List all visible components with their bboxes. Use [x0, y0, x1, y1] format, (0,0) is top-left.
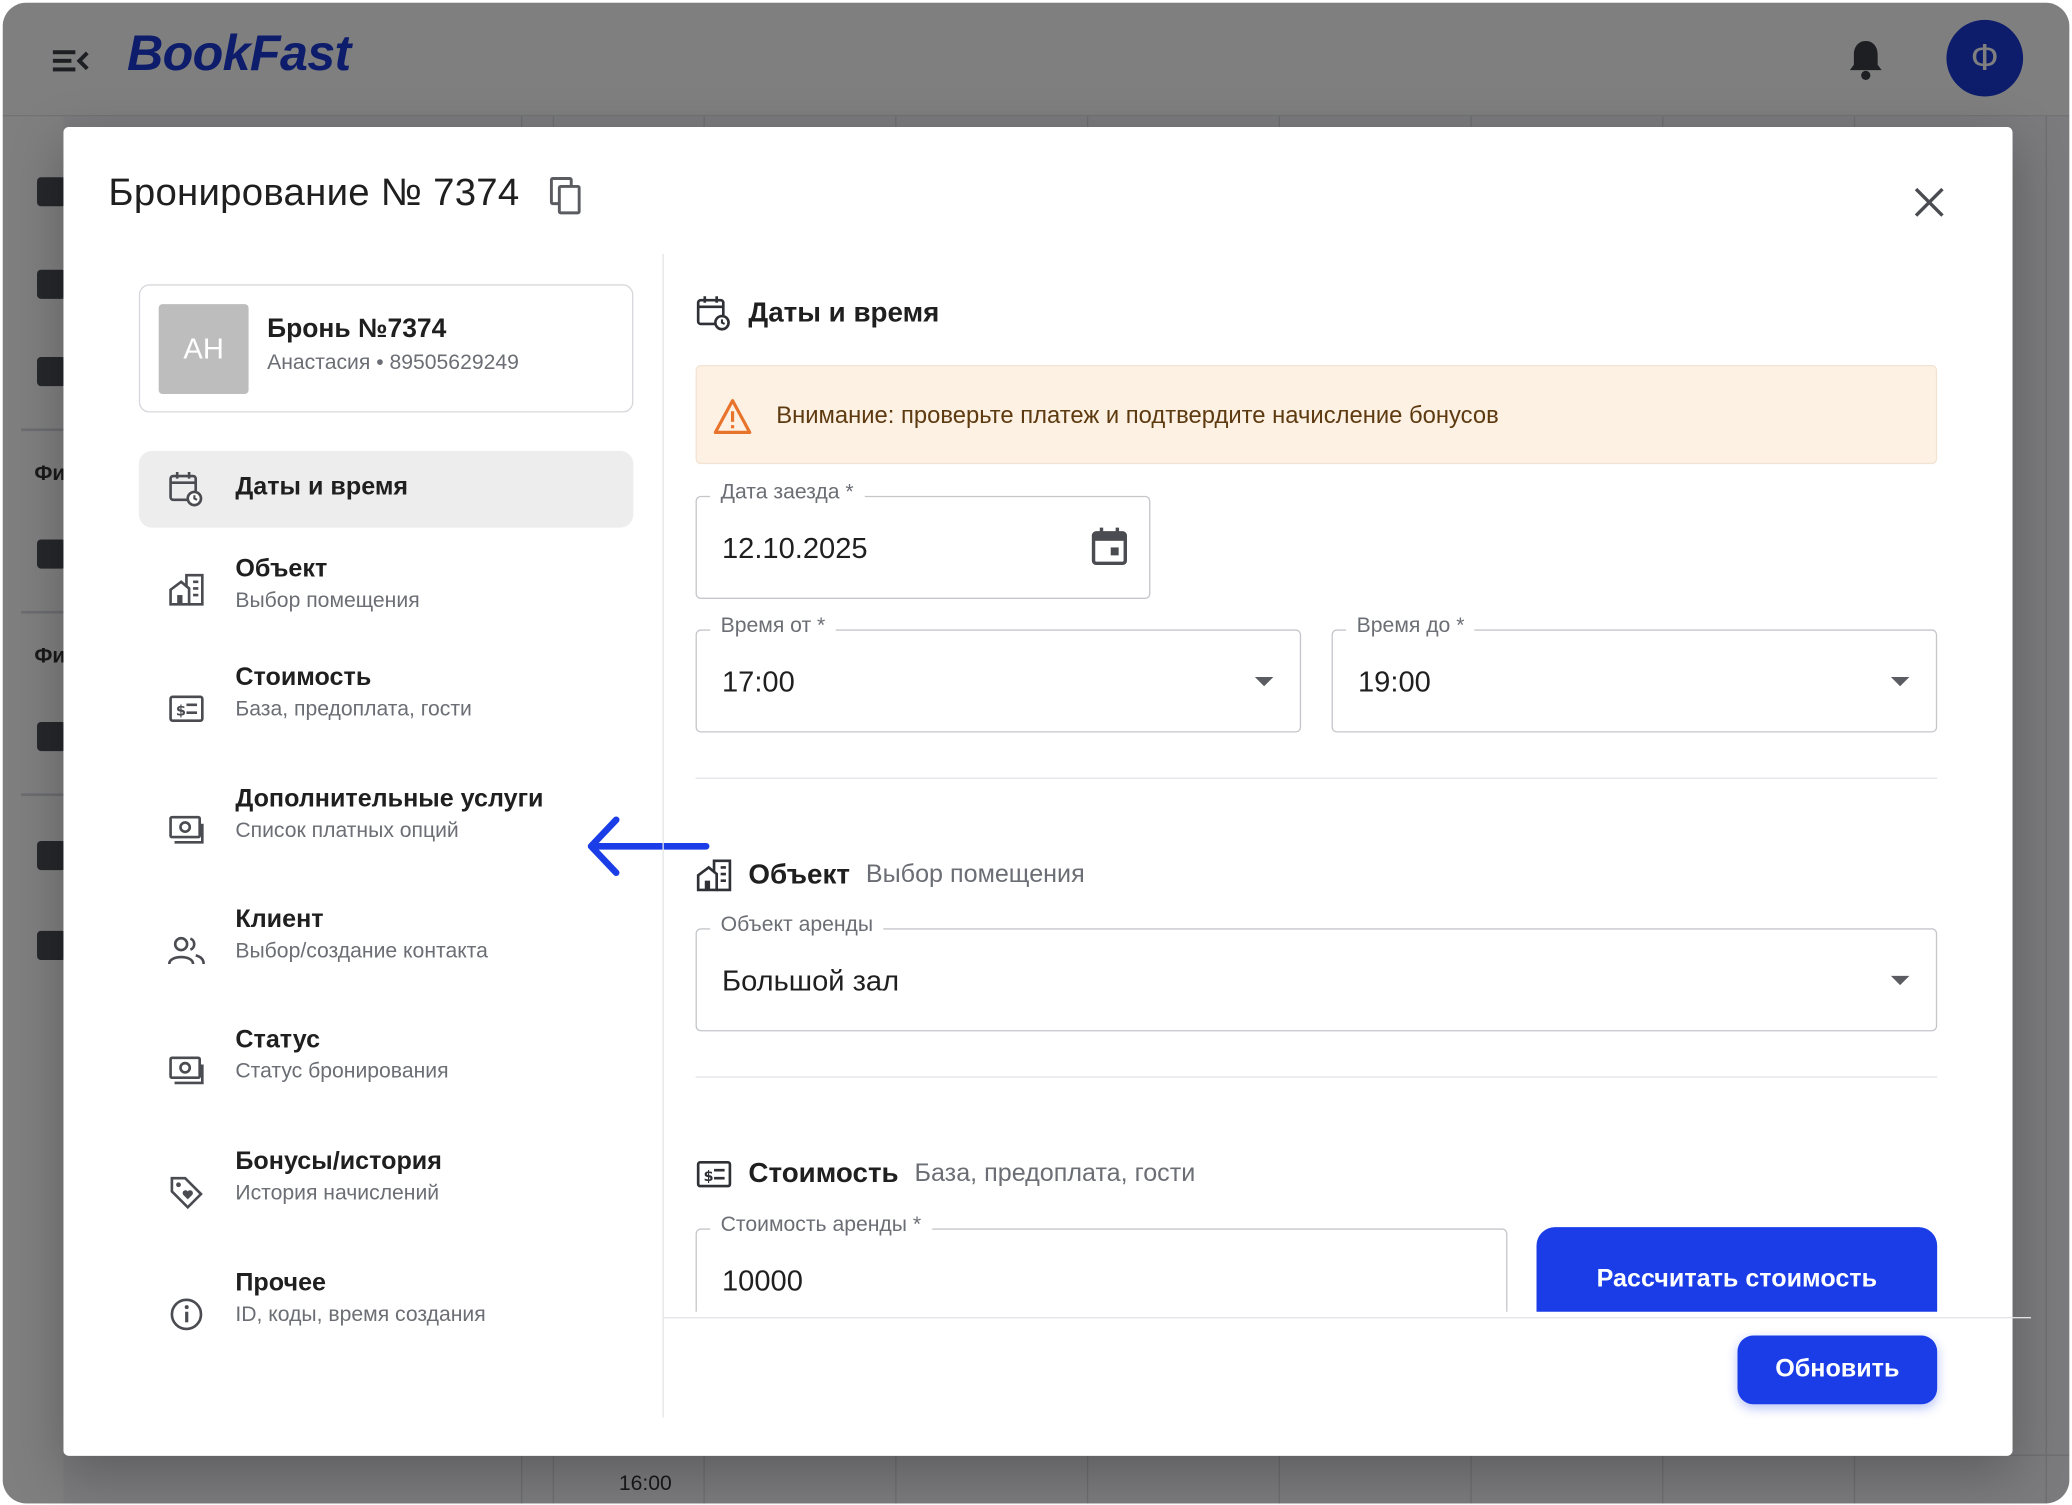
copy-icon[interactable]	[547, 175, 584, 217]
section-divider	[695, 777, 1938, 779]
field-value: Большой зал	[721, 963, 900, 998]
calculate-cost-button[interactable]: Рассчитать стоимость	[1536, 1227, 1938, 1312]
section-subtitle: База, предоплата, гости	[914, 1159, 1196, 1188]
field-value: 19:00	[1358, 665, 1431, 699]
checkin-date-field[interactable]: Дата заезда * 12.10.2025	[695, 481, 1151, 600]
nav-subtitle: История начислений	[235, 1182, 440, 1205]
field-label: Время от *	[710, 614, 836, 639]
nav-subtitle: База, предоплата, гости	[235, 698, 472, 721]
booking-summary-card: АН Бронь №7374 Анастасия • 89505629249	[138, 284, 634, 413]
nav-subtitle: Выбор/создание контакта	[235, 940, 488, 963]
nav-title: Стоимость	[235, 663, 372, 692]
nav-item-cost[interactable]: $ Стоимость База, предоплата, гости	[139, 664, 634, 754]
calendar-icon[interactable]	[1091, 526, 1128, 566]
money-icon	[169, 815, 204, 844]
chevron-down-icon	[1890, 677, 1910, 687]
close-icon[interactable]	[1912, 185, 1946, 219]
cost-section-header: $ Стоимость База, предоплата, гости	[696, 1156, 1196, 1193]
svg-text:$: $	[176, 703, 186, 719]
client-avatar: АН	[158, 304, 249, 395]
nav-subtitle: ID, коды, время создания	[235, 1303, 486, 1327]
time-to-select[interactable]: Время до * 19:00	[1331, 614, 1938, 733]
nav-item-dates[interactable]: Даты и время	[138, 450, 634, 528]
nav-item-other[interactable]: Прочее ID, коды, время создания	[139, 1269, 634, 1360]
nav-subtitle: Список платных опций	[235, 819, 459, 843]
nav-item-bonuses[interactable]: Бонусы/история История начислений	[139, 1148, 634, 1238]
section-divider	[695, 1076, 1938, 1078]
dates-section-header: Даты и время	[696, 295, 956, 332]
alert-text: Внимание: проверьте платеж и подтвердите…	[776, 401, 1499, 429]
nav-title: Даты и время	[235, 473, 409, 502]
section-title: Объект	[748, 859, 850, 890]
field-label: Дата заезда *	[710, 481, 865, 506]
nav-item-extra-services[interactable]: Дополнительные услуги Список платных опц…	[139, 785, 634, 876]
section-subtitle: Выбор помещения	[865, 860, 1085, 889]
field-label: Объект аренды	[710, 913, 884, 938]
money-icon	[169, 1056, 204, 1085]
booking-number: Бронь №7374	[267, 314, 447, 344]
nav-item-object[interactable]: Объект Выбор помещения	[139, 555, 634, 632]
nav-title: Прочее	[235, 1269, 327, 1298]
field-value: 17:00	[721, 665, 795, 699]
time-from-select[interactable]: Время от * 17:00	[695, 614, 1302, 733]
annotation-arrow-icon	[587, 816, 710, 877]
nav-item-status[interactable]: Статус Статус бронирования	[139, 1026, 634, 1116]
section-title: Стоимость	[748, 1158, 899, 1189]
section-navigation: АН Бронь №7374 Анастасия • 89505629249 Д…	[63, 254, 663, 1456]
nav-title: Клиент	[235, 905, 324, 934]
chevron-down-icon	[1254, 677, 1274, 687]
field-value: 12.10.2025	[721, 531, 868, 565]
chevron-down-icon	[1890, 975, 1910, 986]
nav-title: Дополнительные услуги	[235, 785, 544, 814]
rental-cost-input[interactable]: Стоимость аренды * 10000	[695, 1213, 1508, 1312]
object-section-header: Объект Выбор помещения	[696, 857, 1085, 894]
building-icon	[696, 859, 732, 892]
svg-text:$: $	[703, 1169, 713, 1185]
calendar-clock-icon	[696, 296, 730, 331]
nav-item-client[interactable]: Клиент Выбор/создание контакта	[139, 906, 634, 996]
nav-subtitle: Статус бронирования	[235, 1060, 449, 1083]
tag-heart-icon	[170, 1176, 203, 1210]
nav-title: Бонусы/история	[235, 1147, 442, 1176]
update-button[interactable]: Обновить	[1737, 1335, 1938, 1405]
warning-icon	[713, 399, 752, 434]
price-tag-icon: $	[169, 695, 204, 722]
nav-title: Статус	[235, 1026, 321, 1054]
rental-object-select[interactable]: Объект аренды Большой зал	[695, 913, 1938, 1032]
footer-divider	[663, 1317, 2032, 1319]
field-value: 10000	[721, 1264, 803, 1298]
calendar-clock-icon	[169, 472, 203, 507]
price-tag-icon: $	[696, 1160, 732, 1188]
nav-title: Объект	[235, 555, 328, 584]
modal-title: Бронирование № 7374	[108, 171, 520, 215]
field-label: Стоимость аренды *	[710, 1213, 932, 1238]
info-icon	[170, 1298, 203, 1331]
people-icon	[167, 936, 205, 965]
building-icon	[169, 573, 204, 606]
booking-modal: Бронирование № 7374 АН Бронь №7374 Анаст…	[63, 126, 2032, 1456]
section-title: Даты и время	[748, 297, 940, 328]
client-info: Анастасия • 89505629249	[267, 351, 519, 375]
field-label: Время до *	[1346, 614, 1476, 639]
column-divider	[662, 253, 664, 1418]
form-content: Даты и время Внимание: проверьте платеж …	[695, 254, 1939, 1312]
warning-alert: Внимание: проверьте платеж и подтвердите…	[695, 364, 1938, 465]
nav-subtitle: Выбор помещения	[235, 589, 420, 613]
